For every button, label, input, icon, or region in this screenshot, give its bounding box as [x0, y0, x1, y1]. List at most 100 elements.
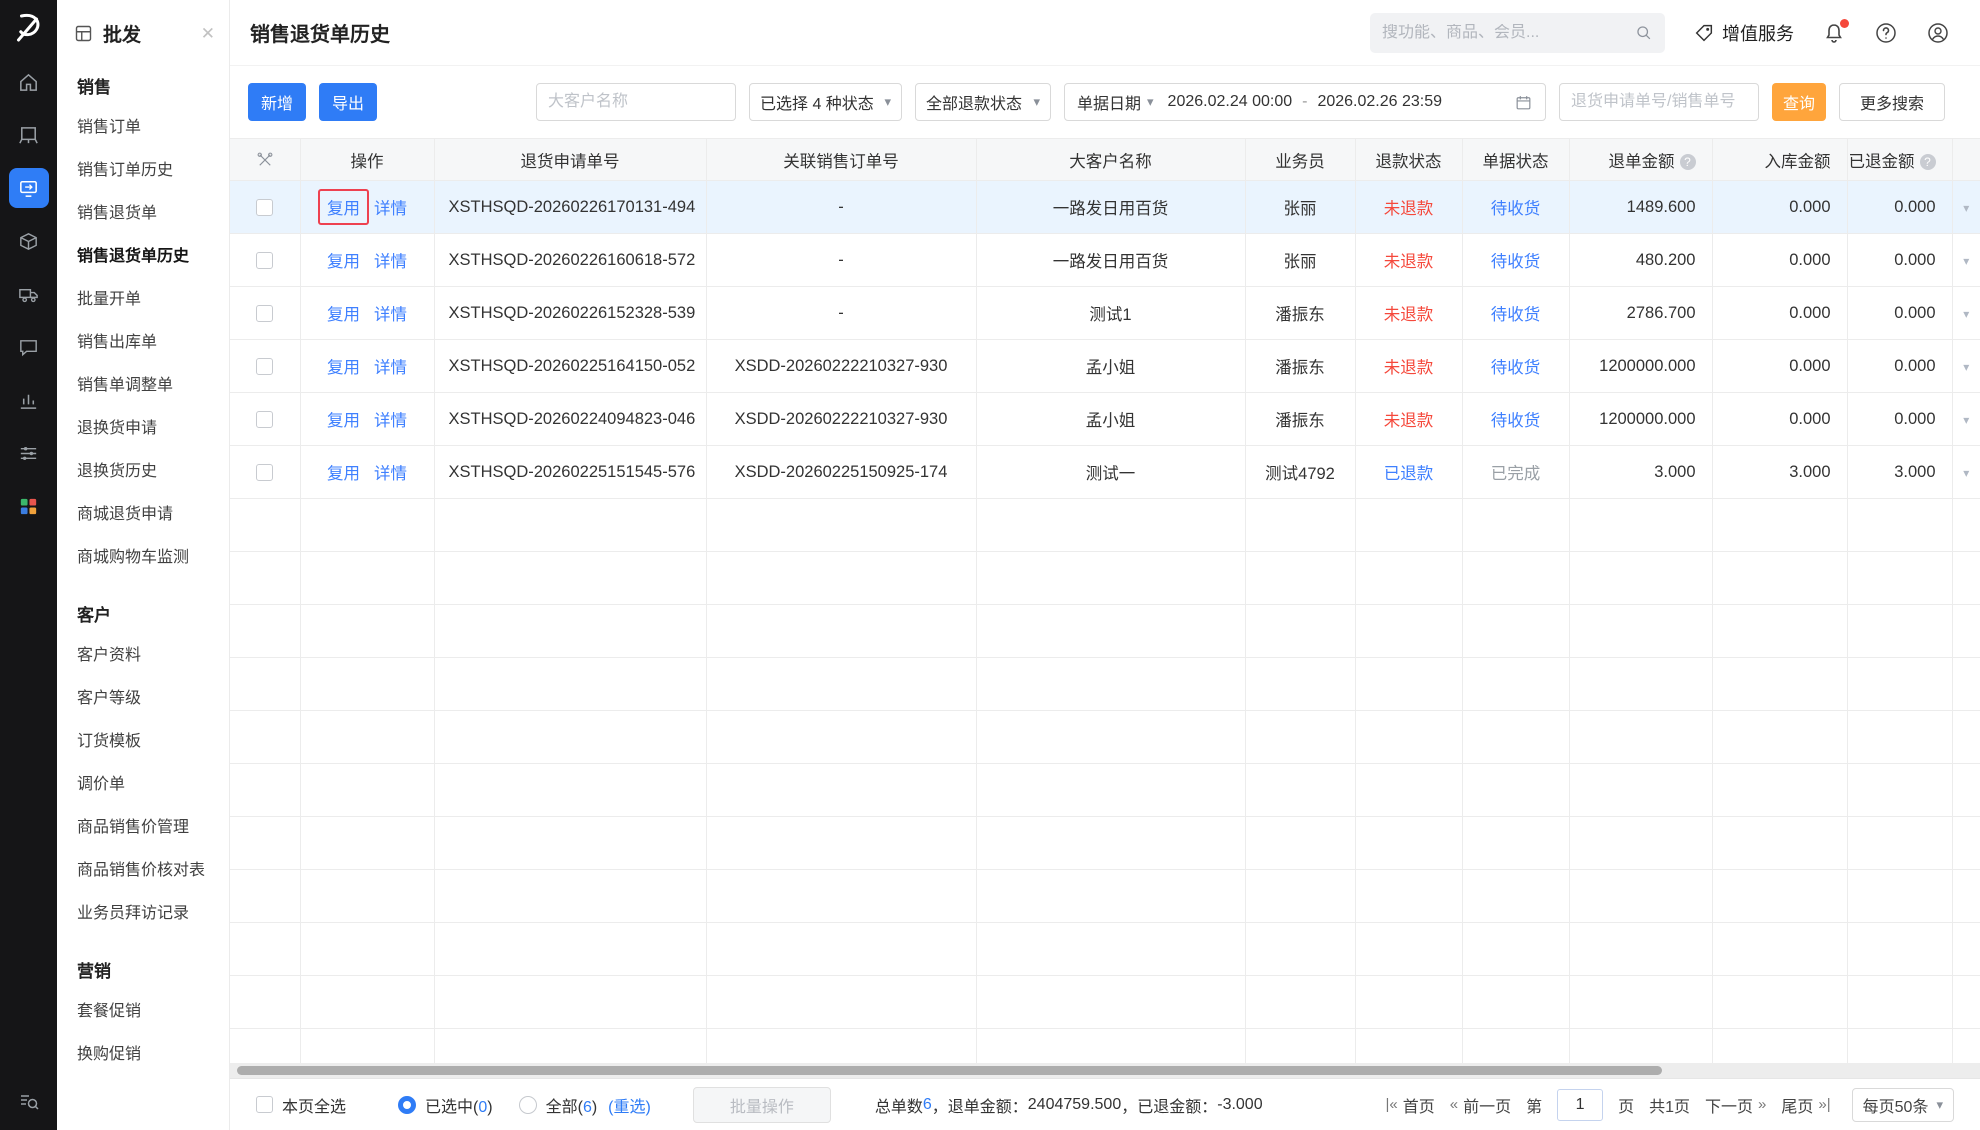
message-icon[interactable] [9, 327, 49, 367]
add-button[interactable]: 新增 [248, 83, 306, 121]
row-checkbox[interactable] [256, 463, 274, 481]
sidebar-item[interactable]: 销售退货单 [57, 192, 229, 235]
reselect-link[interactable]: (重选) [608, 1093, 651, 1117]
sidebar-section-title: 客户 [77, 606, 111, 625]
row-expand-arrow[interactable]: ▾ [1963, 413, 1969, 427]
sidebar-item[interactable]: 客户资料 [57, 634, 229, 677]
copy-link[interactable]: 复用 [327, 253, 360, 271]
notification-bell-icon[interactable] [1822, 18, 1849, 45]
copy-link[interactable]: 复用 [327, 359, 360, 377]
date-range-picker[interactable]: 单据日期 ▾ 2026.02.24 00:00 - 2026.02.26 23:… [1064, 83, 1546, 121]
sidebar-item[interactable]: 退换货申请 [57, 407, 229, 450]
more-search-button[interactable]: 更多搜索 [1839, 83, 1945, 121]
sidebar-item[interactable]: 销售单调整单 [57, 364, 229, 407]
table-row[interactable]: 复用 详情 XSTHSQD-20260225151545-576 XSDD-202… [230, 445, 1980, 499]
sidebar-item[interactable]: 换购促销 [57, 1033, 229, 1076]
user-avatar-icon[interactable] [1926, 21, 1950, 45]
copy-link[interactable]: 复用 [327, 465, 360, 483]
sidebar-item[interactable]: 商品销售价核对表 [57, 849, 229, 892]
selected-count-label[interactable]: 已选中(0) [425, 1093, 493, 1117]
apps-grid-icon[interactable] [9, 486, 49, 526]
selected-radio[interactable] [398, 1095, 417, 1114]
sidebar-item[interactable]: 商城退货申请 [57, 493, 229, 536]
all-radio-group: 全部(6) (重选) [518, 1093, 651, 1117]
selected-count: 0 [478, 1098, 488, 1116]
brand-logo-icon[interactable] [11, 10, 47, 46]
export-button[interactable]: 导出 [319, 83, 377, 121]
order-number-input[interactable] [1559, 83, 1759, 121]
detail-link[interactable]: 详情 [374, 200, 407, 218]
global-search[interactable] [1370, 12, 1665, 53]
home-icon[interactable] [9, 62, 49, 102]
date-type-select[interactable]: 单据日期 [1077, 90, 1141, 114]
detail-link[interactable]: 详情 [374, 253, 407, 271]
close-icon[interactable]: ✕ [201, 24, 215, 44]
detail-link[interactable]: 详情 [374, 412, 407, 430]
sidebar-item[interactable]: 客户等级 [57, 677, 229, 720]
query-button[interactable]: 查询 [1772, 83, 1826, 121]
sales-module-icon[interactable] [8, 168, 49, 208]
table-row[interactable]: 复用 详情 XSTHSQD-20260224094823-046 XSDD-202… [230, 392, 1980, 446]
all-radio[interactable] [518, 1095, 537, 1114]
page-number-input[interactable] [1557, 1088, 1604, 1121]
row-checkbox[interactable] [256, 304, 274, 322]
sidebar-item[interactable]: 批量开单 [57, 278, 229, 321]
batch-action-button[interactable]: 批量操作 [692, 1086, 831, 1123]
sidebar-item[interactable]: 销售订单 [57, 106, 229, 149]
table-row[interactable]: 复用 详情 XSTHSQD-20260226170131-494 - 一路发日用百… [230, 180, 1980, 234]
copy-link[interactable]: 复用 [327, 306, 360, 324]
row-expand-arrow[interactable]: ▾ [1963, 466, 1969, 480]
column-settings-header[interactable] [230, 138, 301, 181]
table-row[interactable]: 复用 详情 XSTHSQD-20260225164150-052 XSDD-202… [230, 339, 1980, 393]
row-expand-arrow[interactable]: ▾ [1963, 360, 1969, 374]
detail-link[interactable]: 详情 [374, 306, 407, 324]
first-page-button[interactable]: |« 首页 [1385, 1093, 1434, 1117]
row-expand-arrow[interactable]: ▾ [1963, 307, 1969, 321]
help-circle-icon[interactable] [1874, 21, 1898, 45]
detail-link[interactable]: 详情 [374, 359, 407, 377]
row-checkbox[interactable] [256, 357, 274, 375]
table-row[interactable]: 复用 详情 XSTHSQD-20260226152328-539 - 测试1 潘振… [230, 286, 1980, 340]
prev-page-button[interactable]: «前一页 [1450, 1093, 1511, 1117]
row-checkbox[interactable] [256, 198, 274, 216]
sidebar-item[interactable]: 订货模板 [57, 720, 229, 763]
settings-sliders-icon[interactable] [9, 433, 49, 473]
row-expand-arrow[interactable]: ▾ [1963, 254, 1969, 268]
value-added-services-button[interactable]: 增值服务 [1693, 20, 1794, 46]
customer-name-input[interactable] [536, 83, 736, 121]
select-all-checkbox[interactable] [256, 1096, 273, 1113]
last-page-button[interactable]: 尾页 »| [1781, 1093, 1830, 1117]
sidebar-item[interactable]: 退换货历史 [57, 450, 229, 493]
sidebar-item[interactable]: 业务员拜访记录 [57, 892, 229, 935]
row-checkbox[interactable] [256, 410, 274, 428]
sidebar-item[interactable]: 套餐促销 [57, 990, 229, 1033]
detail-link[interactable]: 详情 [374, 465, 407, 483]
sidebar-item[interactable]: 销售退货单历史 [57, 235, 229, 278]
help-icon[interactable]: ? [1679, 153, 1696, 170]
row-expand-arrow[interactable]: ▾ [1963, 201, 1969, 215]
all-count-label[interactable]: 全部(6) [546, 1093, 598, 1117]
next-page-button[interactable]: 下一页» [1705, 1093, 1766, 1117]
refund-status-select[interactable]: 全部退款状态 ▾ [915, 83, 1051, 121]
doc-status-select[interactable]: 已选择 4 种状态 ▾ [749, 83, 902, 121]
help-icon[interactable]: ? [1919, 153, 1936, 170]
horizontal-scrollbar-thumb[interactable] [237, 1066, 1662, 1075]
sidebar-item[interactable]: 销售出库单 [57, 321, 229, 364]
table-row[interactable]: 复用 详情 XSTHSQD-20260226160618-572 - 一路发日用百… [230, 233, 1980, 287]
date-end-value[interactable]: 2026.02.26 23:59 [1317, 93, 1442, 111]
logistics-truck-icon[interactable] [9, 274, 49, 314]
copy-link[interactable]: 复用 [327, 412, 360, 430]
page-size-select[interactable]: 每页50条 ▾ [1851, 1087, 1954, 1122]
inventory-box-icon[interactable] [9, 221, 49, 261]
sidebar-item[interactable]: 商城购物车监测 [57, 536, 229, 579]
report-chart-icon[interactable] [9, 380, 49, 420]
sidebar-item[interactable]: 调价单 [57, 763, 229, 806]
copy-link[interactable]: 复用 [318, 189, 369, 225]
sidebar-item[interactable]: 商品销售价管理 [57, 806, 229, 849]
sidebar-item[interactable]: 销售订单历史 [57, 149, 229, 192]
store-board-icon[interactable] [9, 115, 49, 155]
date-start-value[interactable]: 2026.02.24 00:00 [1168, 93, 1293, 111]
global-search-input[interactable] [1382, 23, 1634, 42]
row-checkbox[interactable] [256, 251, 274, 269]
rail-search-icon[interactable] [0, 1090, 57, 1114]
